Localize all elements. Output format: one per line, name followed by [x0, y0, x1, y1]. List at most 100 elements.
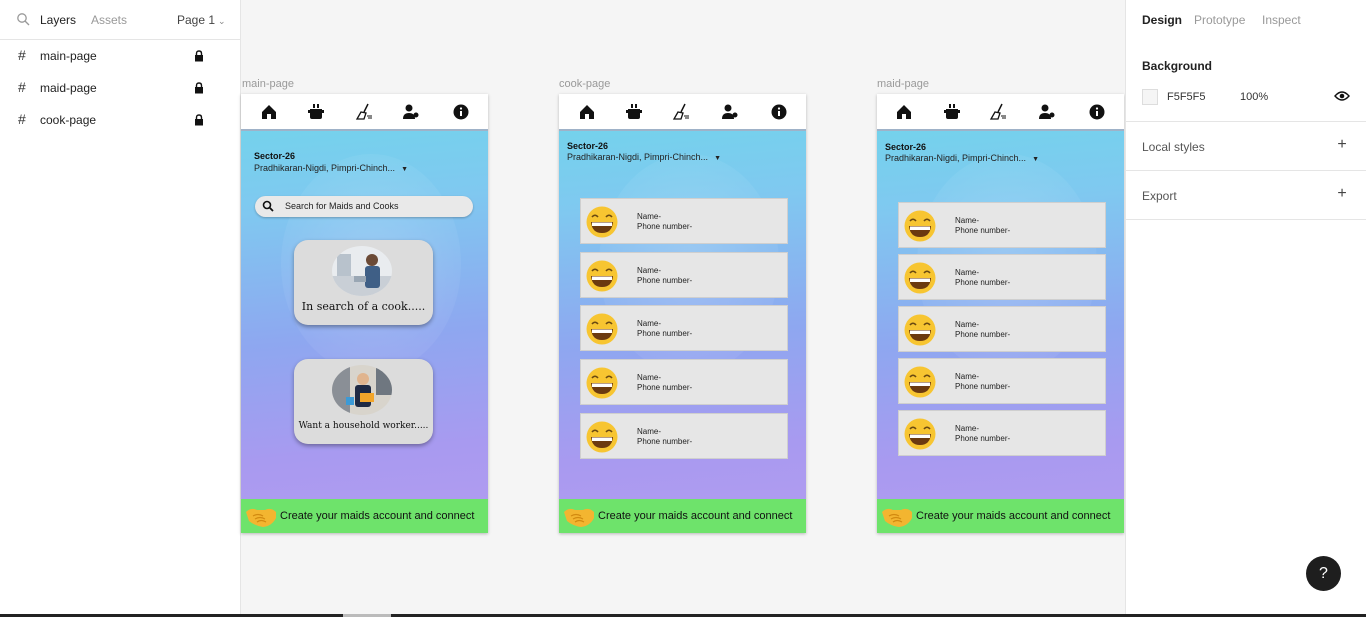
add-local-style-icon[interactable]: +: [1334, 136, 1350, 154]
location-subtitle: Pradhikaran-Nigdi, Pimpri-Chinch...: [885, 153, 1027, 163]
cook-list-item[interactable]: Name- Phone number-: [580, 305, 788, 351]
maid-list-item[interactable]: Name- Phone number-: [898, 306, 1106, 352]
eye-icon[interactable]: [1334, 90, 1350, 102]
create-account-banner[interactable]: Create your maids account and connect: [241, 499, 488, 533]
local-styles-title: Local styles: [1142, 140, 1205, 154]
grinning-face-icon: [585, 421, 619, 453]
frame-icon: #: [18, 79, 26, 95]
location-selector[interactable]: Pradhikaran-Nigdi, Pimpri-Chinch... ▼: [254, 163, 408, 173]
lock-icon[interactable]: [194, 82, 204, 94]
create-account-banner[interactable]: Create your maids account and connect: [877, 499, 1124, 533]
help-button[interactable]: ?: [1306, 556, 1341, 591]
maid-list-item[interactable]: Name- Phone number-: [898, 358, 1106, 404]
page-selector[interactable]: Page 1 ⌄: [177, 13, 226, 27]
person-phone: Phone number-: [637, 329, 693, 338]
account-icon[interactable]: [1038, 103, 1056, 121]
search-input[interactable]: Search for Maids and Cooks: [255, 196, 473, 217]
home-icon[interactable]: [260, 103, 278, 121]
maid-list-item[interactable]: Name- Phone number-: [898, 410, 1106, 456]
cook-search-card[interactable]: In search of a cook.....: [294, 240, 433, 325]
cook-page-frame[interactable]: Sector-26 Pradhikaran-Nigdi, Pimpri-Chin…: [559, 94, 806, 533]
banner-text: Create your maids account and connect: [598, 510, 793, 522]
location-subtitle: Pradhikaran-Nigdi, Pimpri-Chinch...: [254, 163, 396, 173]
person-phone: Phone number-: [955, 330, 1011, 339]
properties-panel: Design Prototype Inspect Background F5F5…: [1125, 0, 1366, 614]
lock-icon[interactable]: [194, 50, 204, 62]
account-icon[interactable]: [402, 103, 420, 121]
layers-panel: Layers Assets Page 1 ⌄ # main-page # maid…: [0, 0, 241, 614]
info-icon[interactable]: [770, 103, 788, 121]
background-opacity-value[interactable]: 100%: [1240, 91, 1268, 103]
cooking-pot-icon[interactable]: [625, 103, 643, 121]
location-selector[interactable]: Pradhikaran-Nigdi, Pimpri-Chinch... ▼: [567, 152, 721, 162]
cook-list-item[interactable]: Name- Phone number-: [580, 359, 788, 405]
cook-list-item[interactable]: Name- Phone number-: [580, 198, 788, 244]
person-name: Name-: [955, 268, 980, 277]
frame-label-maid[interactable]: maid-page: [877, 78, 929, 90]
chevron-down-icon: ⌄: [218, 16, 226, 26]
frame-label-main[interactable]: main-page: [242, 78, 294, 90]
maid-page-frame[interactable]: Sector-26 Pradhikaran-Nigdi, Pimpri-Chin…: [877, 94, 1124, 533]
person-name: Name-: [637, 427, 662, 436]
person-phone: Phone number-: [637, 276, 693, 285]
layer-cook-page[interactable]: # cook-page: [0, 104, 240, 136]
top-nav: [241, 94, 488, 131]
cook-list-item[interactable]: Name- Phone number-: [580, 413, 788, 459]
properties-tabs: Design Prototype Inspect: [1126, 0, 1366, 40]
lock-icon[interactable]: [194, 114, 204, 126]
tab-prototype[interactable]: Prototype: [1194, 13, 1245, 27]
handshake-icon: [245, 508, 277, 528]
household-worker-card-text: Want a household worker.....: [298, 421, 429, 431]
person-name: Name-: [955, 372, 980, 381]
background-color-swatch[interactable]: [1142, 89, 1158, 105]
person-name: Name-: [955, 424, 980, 433]
home-icon[interactable]: [578, 103, 596, 121]
tab-inspect[interactable]: Inspect: [1262, 13, 1301, 27]
layers-panel-tabs: Layers Assets Page 1 ⌄: [0, 0, 240, 40]
add-export-icon[interactable]: +: [1334, 185, 1350, 203]
cook-card-text: In search of a cook.....: [301, 300, 426, 313]
person-name: Name-: [637, 266, 662, 275]
background-title: Background: [1142, 59, 1213, 73]
person-name: Name-: [955, 216, 980, 225]
background-hex-value[interactable]: F5F5F5: [1167, 91, 1206, 103]
top-nav: [877, 94, 1124, 131]
caret-down-icon: ▼: [714, 155, 721, 162]
person-phone: Phone number-: [637, 437, 693, 446]
info-icon[interactable]: [452, 103, 470, 121]
tab-layers[interactable]: Layers: [40, 13, 76, 27]
main-page-frame[interactable]: Sector-26 Pradhikaran-Nigdi, Pimpri-Chin…: [241, 94, 488, 533]
info-icon[interactable]: [1088, 103, 1106, 121]
tab-design[interactable]: Design: [1142, 13, 1182, 27]
grinning-face-icon: [585, 367, 619, 399]
tab-assets[interactable]: Assets: [91, 13, 127, 27]
layer-main-page[interactable]: # main-page: [0, 40, 240, 72]
home-icon[interactable]: [895, 103, 913, 121]
household-worker-card[interactable]: Want a household worker.....: [294, 359, 433, 444]
cook-list-item[interactable]: Name- Phone number-: [580, 252, 788, 298]
grinning-face-icon: [903, 314, 937, 346]
layer-maid-page[interactable]: # maid-page: [0, 72, 240, 104]
account-icon[interactable]: [721, 103, 739, 121]
location-title: Sector-26: [885, 142, 927, 152]
location-selector[interactable]: Pradhikaran-Nigdi, Pimpri-Chinch... ▼: [885, 153, 1039, 163]
maid-list-item[interactable]: Name- Phone number-: [898, 202, 1106, 248]
grinning-face-icon: [585, 206, 619, 238]
search-icon[interactable]: [16, 12, 30, 26]
cooking-pot-icon[interactable]: [307, 103, 325, 121]
person-phone: Phone number-: [637, 222, 693, 231]
person-phone: Phone number-: [955, 382, 1011, 391]
broom-icon[interactable]: [672, 103, 690, 121]
grinning-face-icon: [585, 313, 619, 345]
person-name: Name-: [637, 373, 662, 382]
frame-icon: #: [18, 111, 26, 127]
household-worker-photo: [332, 365, 392, 415]
handshake-icon: [563, 508, 595, 528]
maid-list-item[interactable]: Name- Phone number-: [898, 254, 1106, 300]
broom-icon[interactable]: [989, 103, 1007, 121]
broom-icon[interactable]: [355, 103, 373, 121]
frame-label-cook[interactable]: cook-page: [559, 78, 610, 90]
cooking-pot-icon[interactable]: [943, 103, 961, 121]
person-name: Name-: [637, 319, 662, 328]
create-account-banner[interactable]: Create your maids account and connect: [559, 499, 806, 533]
